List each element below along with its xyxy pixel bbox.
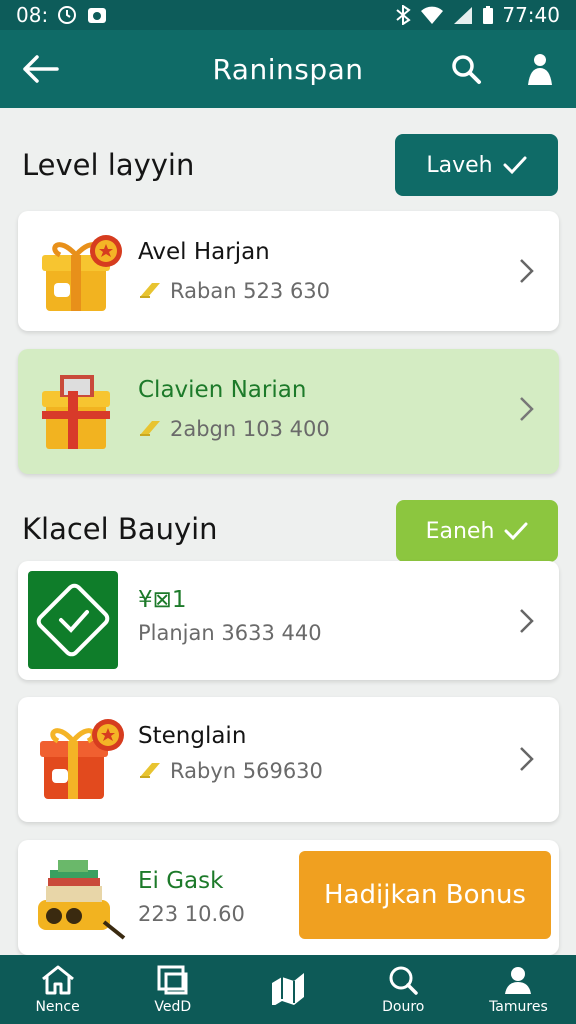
list-item[interactable]: Clavien Narian 2abgn 103 400 — [18, 349, 559, 474]
ticket-icon — [140, 763, 160, 778]
bluetooth-icon — [394, 5, 412, 25]
list-item-subtitle-text: Planjan 3633 440 — [138, 621, 322, 645]
chevron-right-icon — [520, 747, 534, 771]
list-item-title: Avel Harjan — [138, 239, 270, 265]
list-item-subtitle: 223 10.60 — [138, 902, 245, 926]
list-item-title: ¥⊠1 — [138, 587, 187, 613]
list-item-title: Clavien Narian — [138, 377, 307, 403]
nav-item-vedd[interactable]: VedD — [115, 955, 230, 1024]
list-item[interactable]: ¥⊠1 Planjan 3633 440 — [18, 561, 559, 680]
section2-action-label: Eaneh — [425, 518, 495, 544]
section1-action-label: Laveh — [426, 152, 493, 178]
gift-box-icon — [38, 711, 132, 805]
list-item-subtitle: Raban 523 630 — [138, 279, 330, 303]
list-item-subtitle: Planjan 3633 440 — [138, 621, 322, 645]
list-item-title: Stenglain — [138, 723, 247, 749]
chevron-right-icon — [520, 609, 534, 633]
ticket-icon — [140, 283, 160, 298]
alarm-icon — [56, 4, 78, 26]
camera-notification-icon — [86, 5, 108, 25]
list-item[interactable]: Avel Harjan Raban 523 630 — [18, 211, 559, 331]
bottom-nav: Nence VedD Douro Tamures — [0, 955, 576, 1024]
section1-action-button[interactable]: Laveh — [395, 134, 558, 196]
section-title-klacel: Klacel Bauyin — [22, 512, 218, 546]
wifi-icon — [420, 5, 444, 25]
nav-label: Tamures — [489, 998, 548, 1015]
chevron-right-icon — [520, 397, 534, 421]
check-icon — [504, 522, 528, 541]
gift-box-icon — [38, 227, 128, 317]
chevron-right-icon — [520, 259, 534, 283]
nav-item-search[interactable]: Douro — [346, 955, 461, 1024]
home-icon — [41, 965, 74, 994]
section-title-level: Level layyin — [22, 148, 195, 182]
list-item-subtitle-text: 223 10.60 — [138, 902, 245, 926]
nav-label: VedD — [154, 998, 192, 1015]
check-icon — [503, 156, 527, 175]
status-bar: 08: 77:40 — [0, 0, 576, 30]
page-title: Raninspan — [212, 52, 364, 86]
nav-label: Nence — [35, 998, 80, 1015]
money-stack-icon — [34, 856, 134, 942]
list-item-subtitle-text: Raban 523 630 — [170, 279, 331, 303]
status-clock: 77:40 — [502, 3, 560, 27]
person-icon — [505, 966, 532, 994]
section2-action-button[interactable]: Eaneh — [396, 500, 558, 562]
app-bar: Raninspan — [0, 30, 576, 108]
list-item-subtitle: 2abgn 103 400 — [138, 417, 330, 441]
signal-icon — [452, 5, 474, 25]
gift-box-icon — [38, 365, 128, 455]
list-item-subtitle-text: 2abgn 103 400 — [170, 417, 330, 441]
list-item-subtitle-text: Rabyn 569630 — [170, 759, 323, 783]
bonus-button[interactable]: Hadijkan Bonus — [299, 851, 551, 939]
nav-label: Douro — [382, 998, 425, 1015]
battery-icon — [482, 5, 494, 25]
search-icon — [389, 966, 418, 995]
cards-icon — [157, 965, 188, 994]
profile-button[interactable] — [518, 49, 562, 89]
check-tile-icon — [28, 571, 118, 669]
map-icon — [272, 972, 304, 1005]
nav-item-home[interactable]: Nence — [0, 955, 115, 1024]
list-item-title: Ei Gask — [138, 868, 224, 894]
ticket-icon — [140, 421, 160, 436]
search-button[interactable] — [444, 49, 488, 89]
nav-item-profile[interactable]: Tamures — [461, 955, 576, 1024]
list-item-subtitle: Rabyn 569630 — [138, 759, 323, 783]
status-time: 08: — [16, 3, 49, 27]
nav-item-map[interactable] — [230, 955, 345, 1024]
search-icon — [452, 55, 481, 84]
person-icon — [528, 54, 552, 85]
list-item[interactable]: Stenglain Rabyn 569630 — [18, 697, 559, 822]
